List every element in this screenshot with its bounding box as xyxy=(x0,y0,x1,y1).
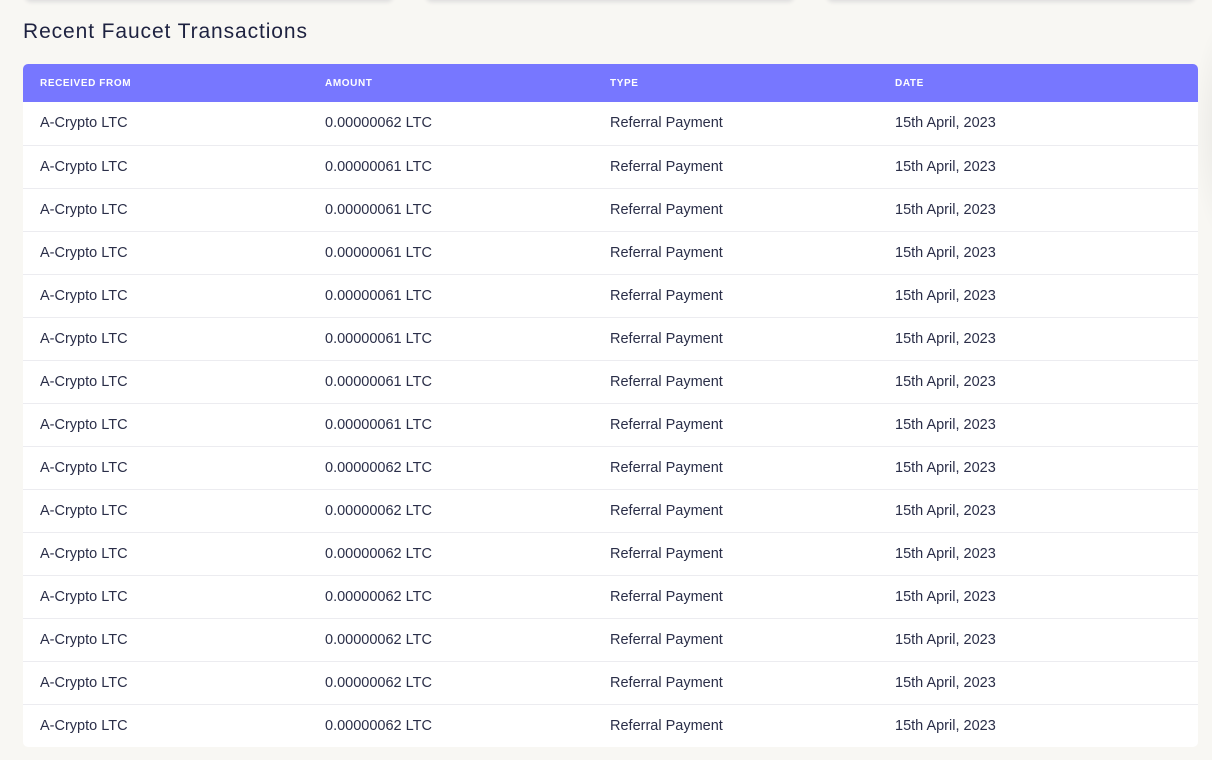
cell-received-from: A-Crypto LTC xyxy=(40,287,128,304)
cell-type: Referral Payment xyxy=(610,158,723,175)
table-row: A-Crypto LTC 0.00000062 LTC Referral Payme… xyxy=(23,102,1198,145)
column-header-received-from: RECEIVED FROM xyxy=(40,77,132,89)
cell-type: Referral Payment xyxy=(610,416,723,433)
table-row: A-Crypto LTC 0.00000061 LTC Referral Payme… xyxy=(23,274,1198,317)
cell-date: 15th April, 2023 xyxy=(895,631,996,648)
table-header-row: RECEIVED FROM AMOUNT TYPE DATE xyxy=(23,64,1198,102)
cell-date: 15th April, 2023 xyxy=(895,717,996,734)
table-row: A-Crypto LTC 0.00000061 LTC Referral Payme… xyxy=(23,231,1198,274)
cell-date: 15th April, 2023 xyxy=(895,459,996,476)
cell-type: Referral Payment xyxy=(610,674,723,691)
cell-received-from: A-Crypto LTC xyxy=(40,459,128,476)
cell-amount: 0.00000062 LTC xyxy=(325,545,432,562)
table-row: A-Crypto LTC 0.00000061 LTC Referral Payme… xyxy=(23,360,1198,403)
cell-received-from: A-Crypto LTC xyxy=(40,158,128,175)
cell-date: 15th April, 2023 xyxy=(895,115,996,132)
cell-type: Referral Payment xyxy=(610,201,723,218)
cell-received-from: A-Crypto LTC xyxy=(40,631,128,648)
cell-amount: 0.00000061 LTC xyxy=(325,158,432,175)
table-row: A-Crypto LTC 0.00000062 LTC Referral Payme… xyxy=(23,661,1198,704)
cell-received-from: A-Crypto LTC xyxy=(40,201,128,218)
cell-type: Referral Payment xyxy=(610,115,723,132)
cell-amount: 0.00000062 LTC xyxy=(325,588,432,605)
cell-date: 15th April, 2023 xyxy=(895,158,996,175)
cell-date: 15th April, 2023 xyxy=(895,330,996,347)
table-row: A-Crypto LTC 0.00000061 LTC Referral Payme… xyxy=(23,317,1198,360)
table-body: A-Crypto LTC 0.00000062 LTC Referral Payme… xyxy=(23,102,1198,747)
table-row: A-Crypto LTC 0.00000062 LTC Referral Payme… xyxy=(23,532,1198,575)
column-header-date: DATE xyxy=(895,77,924,89)
column-header-type: TYPE xyxy=(610,77,639,89)
cell-received-from: A-Crypto LTC xyxy=(40,674,128,691)
cell-date: 15th April, 2023 xyxy=(895,588,996,605)
cell-amount: 0.00000062 LTC xyxy=(325,115,432,132)
cell-date: 15th April, 2023 xyxy=(895,416,996,433)
table-row: A-Crypto LTC 0.00000062 LTC Referral Payme… xyxy=(23,446,1198,489)
cell-received-from: A-Crypto LTC xyxy=(40,244,128,261)
cell-amount: 0.00000061 LTC xyxy=(325,373,432,390)
column-header-amount: AMOUNT xyxy=(325,77,373,89)
page-title: Recent Faucet Transactions xyxy=(23,20,308,43)
cell-type: Referral Payment xyxy=(610,588,723,605)
cell-received-from: A-Crypto LTC xyxy=(40,588,128,605)
cell-date: 15th April, 2023 xyxy=(895,545,996,562)
cell-date: 15th April, 2023 xyxy=(895,287,996,304)
cell-received-from: A-Crypto LTC xyxy=(40,416,128,433)
cell-date: 15th April, 2023 xyxy=(895,502,996,519)
cell-amount: 0.00000062 LTC xyxy=(325,717,432,734)
table-row: A-Crypto LTC 0.00000062 LTC Referral Payme… xyxy=(23,489,1198,532)
cell-type: Referral Payment xyxy=(610,502,723,519)
cell-type: Referral Payment xyxy=(610,545,723,562)
table-row: A-Crypto LTC 0.00000061 LTC Referral Payme… xyxy=(23,188,1198,231)
table-row: A-Crypto LTC 0.00000061 LTC Referral Payme… xyxy=(23,403,1198,446)
cell-date: 15th April, 2023 xyxy=(895,201,996,218)
cell-amount: 0.00000061 LTC xyxy=(325,416,432,433)
cell-amount: 0.00000062 LTC xyxy=(325,674,432,691)
cell-date: 15th April, 2023 xyxy=(895,674,996,691)
cell-amount: 0.00000061 LTC xyxy=(325,287,432,304)
cell-received-from: A-Crypto LTC xyxy=(40,717,128,734)
cell-date: 15th April, 2023 xyxy=(895,373,996,390)
transactions-table: RECEIVED FROM AMOUNT TYPE DATE A-Crypto … xyxy=(23,64,1198,747)
table-row: A-Crypto LTC 0.00000062 LTC Referral Payme… xyxy=(23,704,1198,747)
cell-amount: 0.00000062 LTC xyxy=(325,459,432,476)
cell-amount: 0.00000062 LTC xyxy=(325,631,432,648)
cell-amount: 0.00000061 LTC xyxy=(325,244,432,261)
cell-received-from: A-Crypto LTC xyxy=(40,545,128,562)
table-row: A-Crypto LTC 0.00000062 LTC Referral Payme… xyxy=(23,575,1198,618)
cell-received-from: A-Crypto LTC xyxy=(40,330,128,347)
cell-received-from: A-Crypto LTC xyxy=(40,502,128,519)
cell-amount: 0.00000061 LTC xyxy=(325,330,432,347)
cell-amount: 0.00000062 LTC xyxy=(325,502,432,519)
cell-type: Referral Payment xyxy=(610,330,723,347)
cell-type: Referral Payment xyxy=(610,631,723,648)
transactions-table-card: RECEIVED FROM AMOUNT TYPE DATE A-Crypto … xyxy=(23,64,1198,747)
cell-type: Referral Payment xyxy=(610,459,723,476)
cell-received-from: A-Crypto LTC xyxy=(40,373,128,390)
table-header: RECEIVED FROM AMOUNT TYPE DATE xyxy=(23,64,1198,102)
cell-type: Referral Payment xyxy=(610,244,723,261)
cell-amount: 0.00000061 LTC xyxy=(325,201,432,218)
cell-type: Referral Payment xyxy=(610,373,723,390)
table-row: A-Crypto LTC 0.00000062 LTC Referral Payme… xyxy=(23,618,1198,661)
cell-received-from: A-Crypto LTC xyxy=(40,115,128,132)
cell-type: Referral Payment xyxy=(610,287,723,304)
cell-type: Referral Payment xyxy=(610,717,723,734)
table-row: A-Crypto LTC 0.00000061 LTC Referral Payme… xyxy=(23,145,1198,188)
cell-date: 15th April, 2023 xyxy=(895,244,996,261)
